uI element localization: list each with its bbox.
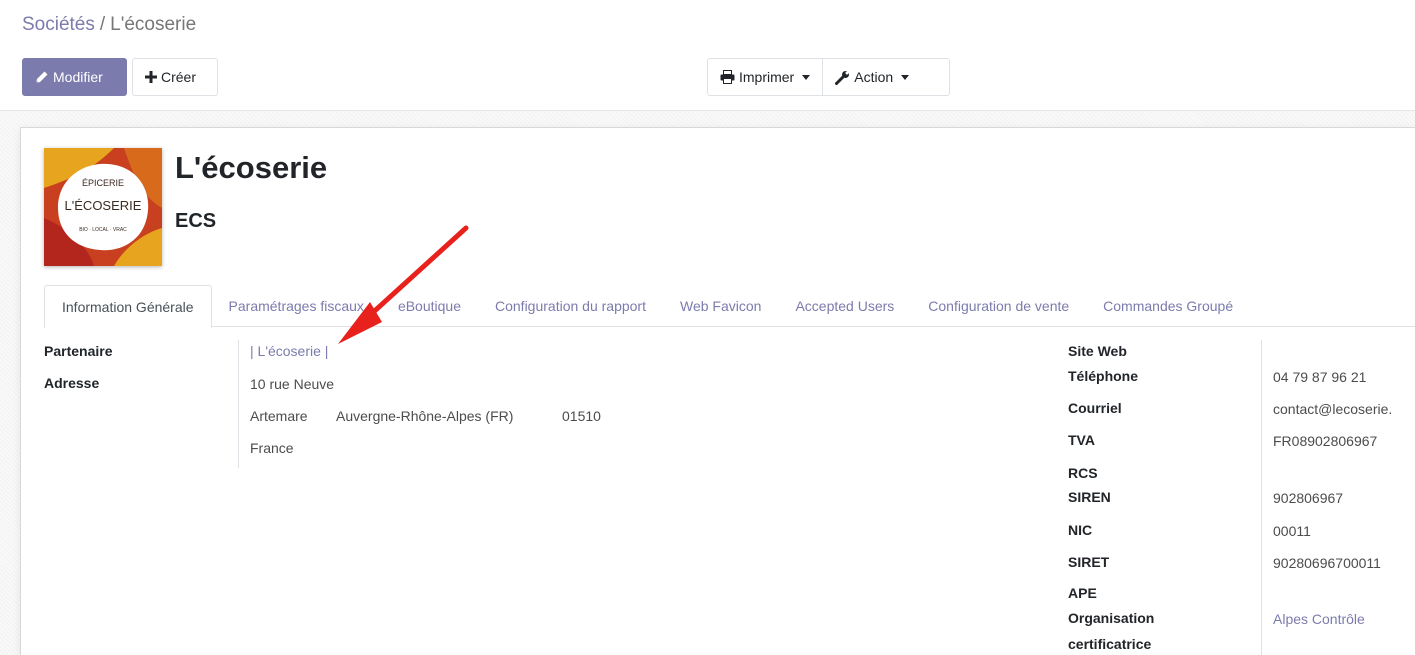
address-street: 10 rue Neuve [250,376,335,392]
siren-label: SIREN [1068,489,1111,505]
pencil-icon [35,70,49,84]
action-button-group: Imprimer Action [707,58,950,96]
address-zip: 01510 [562,408,601,424]
website-label: Site Web [1068,343,1127,359]
phone-value: 04 79 87 96 21 [1273,369,1367,385]
siret-value: 90280696700011 [1273,555,1381,571]
tab-accepted-users[interactable]: Accepted Users [778,285,911,327]
partner-label: Partenaire [44,343,113,359]
wrench-icon [835,70,850,85]
address-state: Auvergne-Rhône-Alpes (FR) [336,408,514,424]
create-button[interactable]: Créer [132,58,218,96]
tab-web-favicon[interactable]: Web Favicon [663,285,778,327]
edit-button-label: Modifier [53,69,103,85]
phone-label: Téléphone [1068,368,1139,384]
nic-value: 00011 [1273,523,1311,539]
company-name: L'écoserie [175,150,328,185]
vat-value: FR08902806967 [1273,433,1378,449]
print-dropdown[interactable]: Imprimer [708,59,822,95]
tab-commandes-groupees[interactable]: Commandes Groupé [1086,285,1250,327]
chevron-down-icon [802,74,811,80]
nic-label: NIC [1068,522,1093,538]
tab-configuration-vente[interactable]: Configuration de vente [911,285,1086,327]
control-panel: Sociétés / L'écoserie Modifier Créer Impri… [0,0,1415,111]
form-sheet [20,127,1415,655]
siret-label: SIRET [1068,554,1110,570]
chevron-down-icon [901,74,910,80]
email-label: Courriel [1068,400,1122,416]
email-value[interactable]: contact@lecoserie. [1273,401,1392,417]
action-dropdown-label: Action [854,69,894,85]
siren-value: 902806967 [1273,490,1344,506]
logo-text-line1: ÉPICERIE [82,178,124,188]
field-separator [238,340,239,468]
vat-label: TVA [1068,432,1095,448]
breadcrumb-parent-link[interactable]: Sociétés [22,14,95,35]
logo-text-line2: L'ÉCOSERIE [65,198,142,213]
printer-icon [720,70,735,84]
company-code: ECS [175,210,217,232]
create-button-label: Créer [161,69,197,85]
certifier-label-line2: certificatrice [1068,636,1152,652]
tab-configuration-rapport[interactable]: Configuration du rapport [478,285,663,327]
logo-text-line3: BIO · LOCAL · VRAC [79,227,127,233]
company-logo[interactable]: ÉPICERIE L'ÉCOSERIE BIO · LOCAL · VRAC [44,148,162,266]
address-label: Adresse [44,375,100,391]
field-separator [1261,340,1262,655]
action-dropdown[interactable]: Action [822,59,921,95]
notebook-tabs: Information Générale Paramétrages fiscau… [44,285,1415,328]
annotation-arrow-icon [338,225,469,344]
address-city: Artemare [250,408,308,424]
partner-link[interactable]: | L'écoserie | [250,343,328,359]
breadcrumb-current: L'écoserie [110,14,197,35]
certifier-label-line1: Organisation [1068,610,1155,626]
tab-information-generale[interactable]: Information Générale [44,285,212,328]
plus-icon [145,71,157,83]
address-country: France [250,440,294,456]
print-dropdown-label: Imprimer [739,69,795,85]
breadcrumb-separator: / [99,14,106,35]
certifier-link[interactable]: Alpes Contrôle [1273,611,1365,627]
edit-button[interactable]: Modifier [22,58,127,96]
breadcrumb: Sociétés / L'écoserie [22,14,196,36]
ape-label: APE [1068,585,1097,601]
rcs-label: RCS [1068,465,1098,481]
